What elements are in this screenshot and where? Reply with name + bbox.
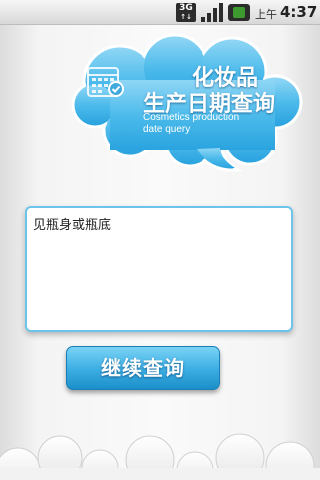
calendar-check-icon [87,67,124,97]
bottom-clouds-decoration [0,433,320,480]
result-textarea[interactable]: 见瓶身或瓶底 [27,208,291,330]
continue-query-button[interactable]: 继续查询 [66,346,220,390]
app-subtitle-line2: date query [143,124,191,135]
app-subtitle-line1: Cosmetics production [143,112,240,123]
result-box: 见瓶身或瓶底 [25,206,293,332]
